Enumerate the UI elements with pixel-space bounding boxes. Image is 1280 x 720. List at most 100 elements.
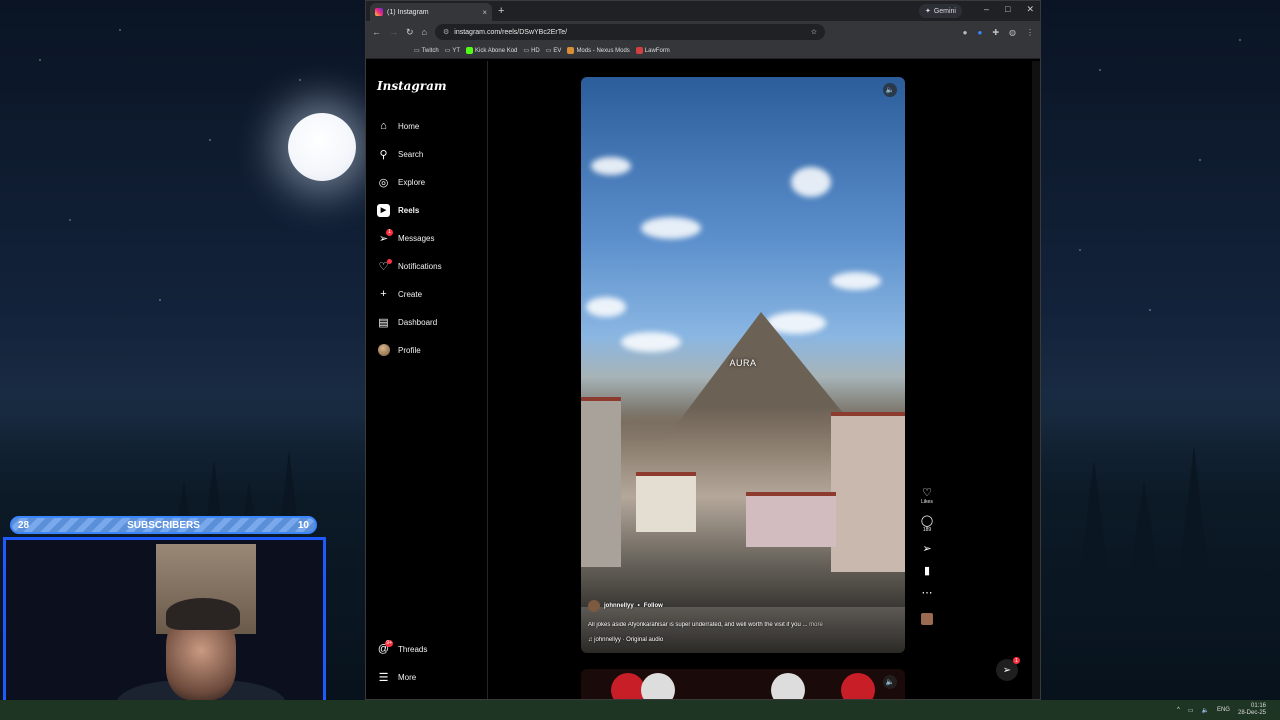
bookmark-star-icon[interactable]: ☆ [811,28,817,36]
bookmark-ev[interactable]: ▭ EV [546,47,562,55]
sidebar-item-more[interactable]: ☰ More [377,669,417,685]
bookmark-kick[interactable]: Kick Abone Kod [466,47,517,54]
compass-icon: ◎ [378,176,389,189]
balloon [841,673,875,699]
reel-overlay-text: AURA [729,358,757,368]
tab-close-icon[interactable]: × [482,8,487,17]
title-bar: (1) Instagram × + ✦ Gemini – □ ✕ [366,1,1040,21]
like-button[interactable]: ♡ Likes [921,487,933,505]
reload-icon[interactable]: ↻ [406,27,414,38]
comment-icon: ◯ [920,515,934,527]
tray-chevron-icon[interactable]: ^ [1177,707,1180,713]
reel-video[interactable]: AURA 🔈 johnnellyy • Follow All jokes asi… [581,77,905,653]
share-button[interactable]: ➢ [922,543,931,555]
home-icon[interactable]: ⌂ [422,27,427,37]
back-icon[interactable]: ← [372,27,381,37]
site-info-icon[interactable]: ⚙ [443,28,449,36]
extensions-puzzle-icon[interactable]: ✚ [992,28,999,37]
reel-caption: johnnellyy • Follow All jokes aside Afyo… [588,600,888,643]
sidebar-item-home[interactable]: ⌂ Home [377,118,419,134]
speaker-icon[interactable]: 🔈 [883,83,897,97]
bookmark-twitch[interactable]: ▭ Twitch [414,47,439,55]
sidebar-item-profile[interactable]: Profile [377,342,421,358]
profile-icon[interactable]: ◍ [1009,28,1016,37]
instagram-page: Instagram ⌂ Home ⚲ Search ◎ Explore ▶ Re… [366,61,1040,699]
subscriber-goal-bar: 28 SUBSCRIBERS 10 [10,516,317,534]
network-icon[interactable]: ▭ [1188,707,1194,714]
clock-time: 01:16 [1250,703,1266,709]
sidebar-item-messages[interactable]: ➢ 1 Messages [377,228,434,246]
taskbar-clock[interactable]: 01:16 28-Dec-25 [1238,703,1266,717]
new-tab-button[interactable]: + [498,5,504,17]
bookmark-label: Twitch [421,47,439,54]
browser-tab[interactable]: (1) Instagram × [370,3,492,21]
forward-icon[interactable]: → [389,27,398,37]
audio-label[interactable]: ♫ johnnellyy · Original audio [588,637,888,643]
author-username[interactable]: johnnellyy [604,603,634,609]
messages-fab[interactable]: ➢ 1 [996,657,1020,681]
webcam-overlay [3,537,326,720]
balloon [611,673,645,699]
speaker-icon[interactable]: 🔈 [883,675,897,689]
sidebar-item-label: Threads [398,644,428,654]
menu-icon[interactable]: ⋮ [1026,28,1034,37]
sidebar-item-create[interactable]: + Create [377,286,422,302]
subscriber-label: SUBSCRIBERS [127,519,200,531]
bookmark-lawform[interactable]: LawForm [635,47,670,54]
instagram-logo[interactable]: Instagram [377,79,447,93]
threads-badge: 9+ [385,639,393,647]
sidebar-item-notifications[interactable]: ♡ Notifications [377,258,442,274]
bookmark-label: LawForm [644,47,670,54]
sidebar-item-threads[interactable]: @9+ Threads [377,639,428,657]
bookmark-label: Kick Abone Kod [475,47,518,54]
audio-thumbnail[interactable] [921,613,933,625]
maximize-button[interactable]: □ [1005,4,1010,15]
minimize-button[interactable]: – [984,4,989,15]
bookmark-yt[interactable]: ▭ YT [444,47,460,55]
comments-count: 189 [922,527,932,533]
tree [1130,480,1158,570]
reel-author: johnnellyy • Follow [588,600,888,612]
comment-button[interactable]: ◯ 189 [921,515,933,533]
tab-title: (1) Instagram [387,8,429,16]
messages-badge: 1 [386,228,393,236]
folder-icon: ▭ [414,48,420,54]
reel-actions: ♡ Likes ◯ 189 ➢ ▮ ⋯ [917,487,937,625]
folder-icon: ▭ [444,48,451,54]
bookmark-label: HD [531,47,540,54]
close-button[interactable]: ✕ [1026,4,1034,15]
instagram-favicon-icon [375,8,383,16]
author-avatar[interactable] [588,600,600,612]
follow-button[interactable]: Follow [644,603,663,609]
extension-icon[interactable]: ● [977,28,982,37]
save-button[interactable]: ▮ [924,565,930,577]
building [636,472,696,532]
address-bar[interactable]: ⚙ instagram.com/reels/DSwYBc2ErTe/ ☆ [434,24,825,40]
clock-date: 28-Dec-25 [1237,710,1266,716]
extension-icon[interactable]: ● [963,28,968,37]
page-scrollbar[interactable] [1032,61,1040,699]
kick-icon [466,47,474,54]
building [581,397,621,567]
language-indicator[interactable]: ENG [1217,707,1230,713]
bookmark-nexus-mods[interactable]: Mods - Nexus Mods [567,47,630,54]
cloud [641,217,701,239]
next-reel-preview[interactable]: 🔈 [581,669,905,699]
more-link[interactable]: more [809,622,823,628]
sidebar-item-explore[interactable]: ◎ Explore [377,174,425,190]
sparkle-icon: ✦ [924,8,931,15]
send-icon: ➢ [922,543,932,555]
gemini-button[interactable]: ✦ Gemini [918,4,962,18]
avatar [377,344,390,357]
search-icon: ⚲ [379,148,388,161]
dashboard-icon: ▤ [378,316,389,329]
gemini-label: Gemini [933,7,956,15]
more-options-button[interactable]: ⋯ [922,587,933,599]
window-controls: – □ ✕ [984,4,1034,15]
sidebar-item-search[interactable]: ⚲ Search [377,146,423,162]
bookmark-hd[interactable]: ▭ HD [523,47,540,55]
tree [1180,445,1208,570]
sidebar-item-dashboard[interactable]: ▤ Dashboard [377,314,437,330]
volume-icon[interactable]: 🔈 [1201,707,1208,714]
sidebar-item-reels[interactable]: ▶ Reels [377,202,419,218]
